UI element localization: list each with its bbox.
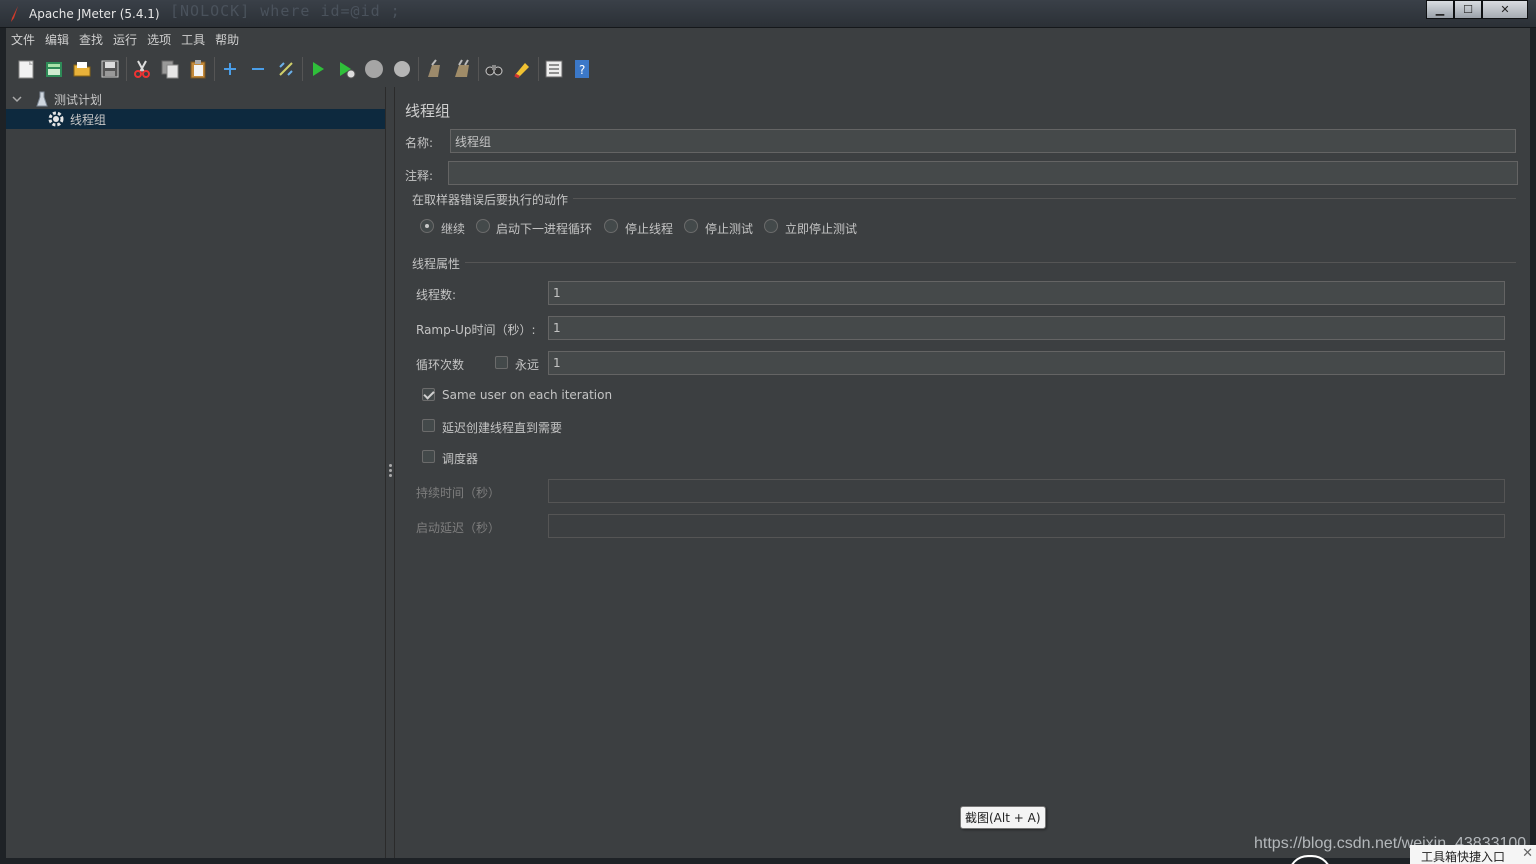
toolbar-separator bbox=[214, 57, 215, 81]
toolbar: ? bbox=[6, 51, 1530, 87]
radio-stop-test-now[interactable] bbox=[764, 219, 778, 233]
new-icon[interactable] bbox=[14, 57, 38, 81]
test-plan-tree: 测试计划 线程组 bbox=[6, 87, 386, 858]
flask-icon bbox=[36, 91, 48, 107]
stop-icon[interactable] bbox=[362, 57, 386, 81]
paste-icon[interactable] bbox=[186, 57, 210, 81]
name-label: 名称: bbox=[405, 136, 434, 150]
tree-label-thread-group: 线程组 bbox=[70, 112, 107, 127]
help-icon[interactable]: ? bbox=[570, 57, 594, 81]
search-icon[interactable] bbox=[482, 57, 506, 81]
start-icon[interactable] bbox=[306, 57, 330, 81]
cut-icon[interactable] bbox=[130, 57, 154, 81]
radio-start-next-loop-label: 启动下一进程循环 bbox=[496, 222, 593, 236]
shutdown-icon[interactable] bbox=[390, 57, 414, 81]
section-divider bbox=[465, 262, 1516, 263]
tree-label-test-plan: 测试计划 bbox=[54, 92, 103, 107]
background-window-text: [NOLOCK] where id=@id ; bbox=[170, 2, 401, 20]
startup-delay-label: 启动延迟（秒） bbox=[416, 521, 501, 535]
tree-node-thread-group[interactable]: 线程组 bbox=[6, 109, 385, 129]
radio-stop-thread-label: 停止线程 bbox=[625, 222, 674, 236]
screenshot-tooltip: 截图(Alt + A) bbox=[960, 806, 1046, 829]
rampup-label: Ramp-Up时间（秒）: bbox=[416, 323, 536, 337]
clear-all-icon[interactable] bbox=[450, 57, 474, 81]
tree-node-test-plan[interactable]: 测试计划 bbox=[6, 89, 385, 109]
threads-input[interactable] bbox=[548, 281, 1505, 305]
forever-checkbox[interactable] bbox=[495, 356, 508, 369]
thread-group-panel: 线程组 名称: 注释: 在取样器错误后要执行的动作 继续 启动下一进程循环 停止… bbox=[395, 87, 1530, 858]
start-no-pause-icon[interactable] bbox=[334, 57, 358, 81]
clear-icon[interactable] bbox=[422, 57, 446, 81]
copy-icon[interactable] bbox=[158, 57, 182, 81]
startup-delay-input[interactable] bbox=[548, 514, 1505, 538]
radio-stop-test[interactable] bbox=[684, 219, 698, 233]
save-icon[interactable] bbox=[98, 57, 122, 81]
radio-start-next-loop[interactable] bbox=[476, 219, 490, 233]
menu-tools[interactable]: 工具 bbox=[181, 31, 205, 48]
menu-file[interactable]: 文件 bbox=[11, 31, 35, 48]
window-title: Apache JMeter (5.4.1) bbox=[29, 7, 160, 21]
thread-properties-section-label: 线程属性 bbox=[412, 257, 461, 271]
toolbox-quick-entry[interactable]: 工具箱快捷入口 ✕ bbox=[1410, 845, 1536, 864]
radio-stop-test-label: 停止测试 bbox=[705, 222, 754, 236]
scheduler-label: 调度器 bbox=[442, 452, 479, 466]
toolbar-separator bbox=[538, 57, 539, 81]
radio-stop-test-now-label: 立即停止测试 bbox=[785, 222, 858, 236]
close-icon[interactable]: ✕ bbox=[1522, 846, 1533, 861]
templates-icon[interactable] bbox=[42, 57, 66, 81]
maximize-button[interactable]: ☐ bbox=[1454, 0, 1482, 19]
same-user-label: Same user on each iteration bbox=[442, 388, 613, 402]
toolbar-separator bbox=[418, 57, 419, 81]
window-controls: ▁ ☐ ✕ bbox=[1426, 0, 1528, 19]
toggle-icon[interactable] bbox=[274, 57, 298, 81]
toolbar-separator bbox=[478, 57, 479, 81]
forever-label: 永远 bbox=[515, 358, 540, 372]
same-user-checkbox[interactable] bbox=[422, 388, 435, 401]
toolbox-quick-entry-label: 工具箱快捷入口 bbox=[1421, 850, 1506, 864]
duration-label: 持续时间（秒） bbox=[416, 486, 501, 500]
menu-edit[interactable]: 编辑 bbox=[45, 31, 69, 48]
menu-help[interactable]: 帮助 bbox=[215, 31, 239, 48]
menu-search[interactable]: 查找 bbox=[79, 31, 103, 48]
chevron-down-icon[interactable] bbox=[12, 94, 22, 104]
gear-icon bbox=[48, 111, 64, 127]
menu-options[interactable]: 选项 bbox=[147, 31, 171, 48]
split-pane-divider[interactable] bbox=[386, 87, 395, 858]
expand-icon[interactable] bbox=[218, 57, 242, 81]
open-icon[interactable] bbox=[70, 57, 94, 81]
section-divider bbox=[573, 198, 1516, 199]
minimize-button[interactable]: ▁ bbox=[1426, 0, 1454, 19]
rampup-input[interactable] bbox=[548, 316, 1505, 340]
scheduler-checkbox[interactable] bbox=[422, 450, 435, 463]
loop-count-input[interactable] bbox=[548, 351, 1505, 375]
title-bar: Apache JMeter (5.4.1) [NOLOCK] where id=… bbox=[0, 0, 1536, 28]
loop-count-label: 循环次数 bbox=[416, 358, 465, 372]
name-input[interactable] bbox=[450, 129, 1516, 153]
duration-input[interactable] bbox=[548, 479, 1505, 503]
radio-continue-label: 继续 bbox=[441, 222, 466, 236]
radio-continue[interactable] bbox=[420, 219, 434, 233]
jmeter-feather-icon bbox=[11, 6, 18, 22]
toolbar-separator bbox=[302, 57, 303, 81]
drag-handle-icon[interactable] bbox=[389, 464, 392, 479]
panel-title: 线程组 bbox=[405, 102, 451, 120]
menu-bar: 文件 编辑 查找 运行 选项 工具 帮助 bbox=[6, 28, 1530, 51]
collapse-icon[interactable] bbox=[246, 57, 270, 81]
threads-label: 线程数: bbox=[416, 288, 457, 302]
toolbar-separator bbox=[126, 57, 127, 81]
delay-thread-creation-checkbox[interactable] bbox=[422, 419, 435, 432]
radio-stop-thread[interactable] bbox=[604, 219, 618, 233]
comment-input[interactable] bbox=[448, 161, 1518, 185]
error-action-section-label: 在取样器错误后要执行的动作 bbox=[412, 193, 569, 207]
reset-search-icon[interactable] bbox=[510, 57, 534, 81]
comment-label: 注释: bbox=[405, 169, 434, 183]
jmeter-window: 文件 编辑 查找 运行 选项 工具 帮助 ? 测试计划 线程组 线程组 名称: … bbox=[6, 28, 1530, 858]
function-helper-icon[interactable] bbox=[542, 57, 566, 81]
close-button[interactable]: ✕ bbox=[1482, 0, 1528, 19]
svg-text:?: ? bbox=[579, 63, 585, 77]
menu-run[interactable]: 运行 bbox=[113, 31, 137, 48]
delay-thread-creation-label: 延迟创建线程直到需要 bbox=[442, 421, 563, 435]
